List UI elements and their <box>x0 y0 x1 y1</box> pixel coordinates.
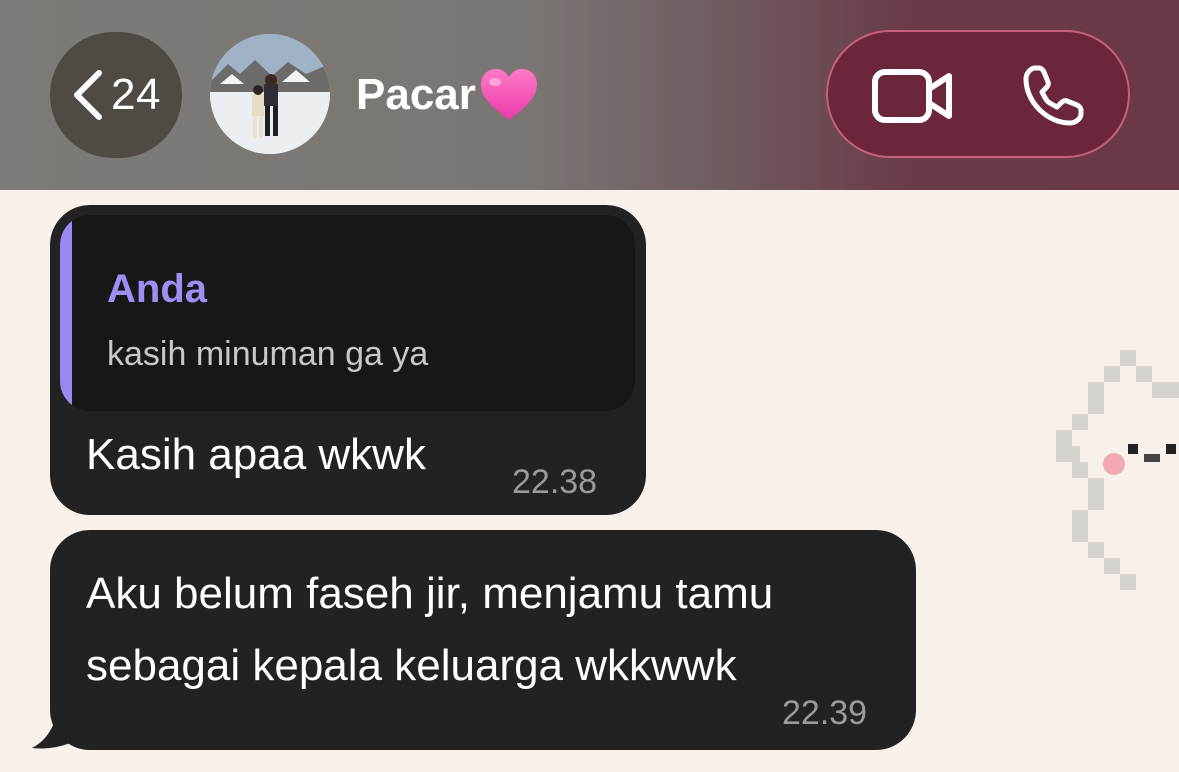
back-button[interactable]: 24 <box>50 32 182 158</box>
contact-name[interactable]: Pacar <box>356 66 540 124</box>
voice-call-button[interactable] <box>1018 62 1088 130</box>
chat-header: 24 Pacar <box>0 0 1179 190</box>
quote-accent-bar <box>60 215 72 411</box>
message-time: 22.39 <box>782 694 868 732</box>
avatar[interactable] <box>210 34 330 154</box>
video-camera-icon <box>872 69 952 123</box>
phone-icon <box>1023 65 1084 126</box>
call-actions <box>826 30 1130 158</box>
pink-heart-icon <box>480 69 537 120</box>
quote-author: Anda <box>107 267 207 311</box>
chevron-left-icon <box>74 70 103 120</box>
video-call-button[interactable] <box>868 66 958 126</box>
message-bubble[interactable]: Anda kasih minuman ga ya Kasih apaa wkwk… <box>50 205 646 515</box>
message-time: 22.38 <box>512 463 598 501</box>
message-text: Kasih apaa wkwk <box>86 430 426 479</box>
quoted-reply[interactable]: Anda kasih minuman ga ya <box>60 215 635 411</box>
quote-text: kasih minuman ga ya <box>107 335 429 373</box>
unread-count: 24 <box>111 70 161 119</box>
avatar-photo <box>210 34 330 154</box>
contact-name-text: Pacar <box>356 70 476 119</box>
message-text: Aku belum faseh jir, menjamu tamu sebaga… <box>86 569 774 690</box>
cat-sticker-decoration <box>1056 350 1179 590</box>
message-bubble[interactable]: Aku belum faseh jir, menjamu tamu sebaga… <box>50 530 916 750</box>
